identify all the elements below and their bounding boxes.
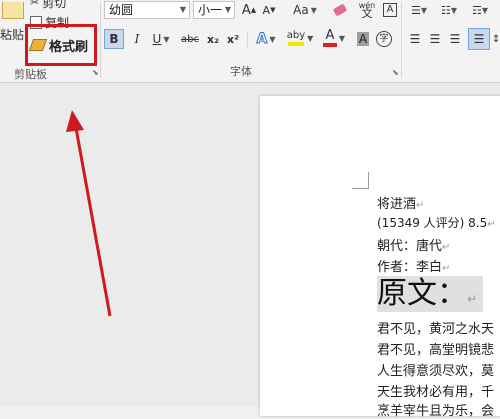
line-spacing-button[interactable]: ↕	[492, 29, 500, 49]
doc-author-line: 作者：李白↵	[377, 260, 451, 275]
align-center-icon: ☰	[429, 32, 441, 46]
doc-heading-selected[interactable]: 原文：↵	[377, 276, 484, 312]
superscript-button[interactable]: x²	[224, 29, 242, 49]
cut-label: 剪切	[42, 0, 67, 10]
chevron-down-icon: ▼	[269, 34, 276, 44]
paragraph-mark: ↵	[467, 292, 478, 306]
clear-formatting-button[interactable]	[330, 1, 350, 19]
align-right-button[interactable]: ☰	[446, 29, 464, 49]
italic-button[interactable]: I	[128, 29, 146, 49]
font-group-label: 字体	[230, 65, 252, 78]
justify-button[interactable]: ☰	[468, 28, 490, 50]
multilevel-list-button[interactable]: ☶ ▼	[466, 1, 494, 19]
subscript-button[interactable]: x₂	[204, 29, 222, 49]
paragraph-mark: ↵	[442, 263, 451, 274]
highlight-color-button[interactable]: aby ▼	[285, 27, 315, 49]
character-border-button[interactable]: A	[380, 1, 400, 19]
doc-body-line: 君不见，黄河之水天	[377, 322, 495, 337]
clipboard-group-label: 剪贴板	[14, 68, 47, 81]
clipboard-launcher-icon[interactable]: ⬊	[92, 68, 99, 77]
justify-icon: ☰	[473, 32, 485, 46]
line-spacing-icon: ↕	[491, 33, 500, 45]
multilevel-list-icon: ☶	[471, 3, 482, 17]
doc-rating-line: (15349 人评分) 8.5↵	[377, 216, 496, 230]
group-separator	[401, 2, 402, 78]
group-separator	[100, 2, 101, 78]
change-case-button[interactable]: Aa ▼	[290, 1, 320, 19]
paste-icon	[2, 2, 24, 19]
font-color-button[interactable]: A ▼	[320, 27, 348, 49]
align-center-button[interactable]: ☰	[426, 29, 444, 49]
text-effects-icon: A	[256, 31, 268, 48]
chevron-down-icon: ▼	[224, 5, 231, 14]
paragraph-mark: ↵	[442, 242, 451, 253]
doc-body-line: 君不见，高堂明镜悲	[377, 343, 495, 358]
highlight-color-swatch	[287, 42, 304, 46]
margin-corner-mark	[352, 172, 369, 189]
font-color-swatch	[322, 43, 337, 47]
chevron-down-icon: ▼	[420, 5, 428, 15]
doc-dynasty-line: 朝代：唐代↵	[377, 239, 451, 254]
font-name-value: 幼圆	[109, 3, 134, 17]
paragraph-mark: ↵	[416, 200, 425, 211]
paste-label: 粘贴	[0, 28, 25, 42]
border-icon: A	[383, 3, 397, 17]
divider	[247, 31, 248, 47]
font-size-value: 小一	[198, 3, 223, 17]
eraser-icon	[332, 3, 348, 17]
chevron-down-icon: ▼	[163, 34, 170, 44]
chevron-down-icon: ▼	[179, 5, 186, 14]
bullets-button[interactable]: ☰ ▼	[406, 1, 432, 19]
font-launcher-icon[interactable]: ⬊	[392, 68, 399, 77]
character-shading-button[interactable]: A	[354, 29, 372, 49]
chevron-down-icon: ▼	[310, 5, 317, 15]
align-left-button[interactable]: ☰	[406, 29, 424, 49]
chevron-down-icon: ▼	[307, 33, 314, 43]
doc-body-line: 天生我材必有用，千	[377, 385, 495, 400]
chevron-down-icon: ▼	[338, 33, 346, 43]
bullets-icon: ☰	[410, 3, 421, 17]
scissors-icon: ✂	[30, 0, 40, 9]
doc-body-line: 人生得意须尽欢，莫	[377, 364, 495, 379]
shrink-font-button[interactable]: A ▼	[260, 1, 278, 19]
paragraph-mark: ↵	[487, 219, 496, 230]
paste-button[interactable]: 粘贴	[0, 0, 26, 62]
grow-font-button[interactable]: A ▲	[240, 1, 258, 19]
numbering-icon: ☷	[440, 3, 451, 17]
phonetic-guide-button[interactable]: wén 文	[356, 0, 378, 20]
chevron-down-icon: ▼	[450, 5, 458, 15]
font-name-dropdown[interactable]: 幼圆 ▼	[104, 1, 190, 19]
bold-button[interactable]: B	[104, 29, 124, 49]
chevron-down-icon: ▼	[481, 5, 489, 15]
cut-button[interactable]: ✂ 剪切	[30, 0, 66, 10]
strikethrough-button[interactable]: abc	[178, 29, 202, 49]
format-painter-highlight-box	[25, 24, 97, 66]
enclose-characters-button[interactable]: 字	[374, 29, 394, 49]
ribbon: 粘贴 ✂ 剪切 复制 格式刷 剪贴板 ⬊ 幼圆 ▼ 小一 ▼ A ▲ A ▼ Aa ▼…	[0, 0, 500, 83]
underline-button[interactable]: U ▼	[148, 29, 174, 49]
text-effects-button[interactable]: A ▼	[252, 29, 280, 49]
phonetic-icon: 文	[361, 7, 373, 20]
font-size-dropdown[interactable]: 小一 ▼	[193, 1, 235, 19]
doc-title-line: 将进酒↵	[377, 197, 425, 212]
align-left-icon: ☰	[409, 32, 421, 46]
doc-body-line: 烹羊宰牛且为乐，会	[377, 404, 495, 419]
align-right-icon: ☰	[449, 32, 461, 46]
numbering-button[interactable]: ☷ ▼	[436, 1, 462, 19]
